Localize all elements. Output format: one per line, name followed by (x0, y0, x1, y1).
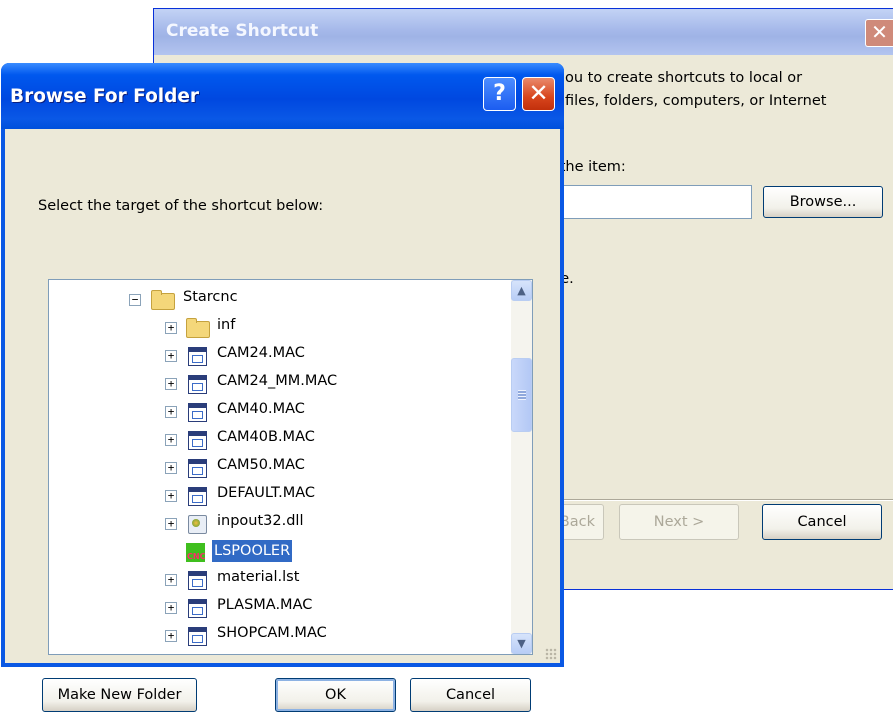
tree-item-label: CAM50.MAC (217, 457, 305, 473)
grip-icon (518, 390, 526, 400)
tree-item[interactable]: + material.lst (49, 566, 509, 592)
create-shortcut-titlebar[interactable]: Create Shortcut ✕ (154, 9, 893, 55)
tree-item[interactable]: + CAM24.MAC (49, 342, 509, 368)
browse-for-folder-close-button[interactable]: ✕ (522, 77, 555, 111)
scrollbar-thumb[interactable] (511, 358, 532, 432)
browse-prompt: Select the target of the shortcut below: (38, 198, 324, 214)
tree-item[interactable]: + SHOPCAM.MAC (49, 622, 509, 648)
expand-icon[interactable]: + (165, 434, 177, 446)
file-icon (188, 403, 207, 422)
tree-item-label: DEFAULT.MAC (217, 485, 315, 501)
expand-icon[interactable]: + (165, 518, 177, 530)
help-button[interactable]: ? (483, 77, 516, 111)
expand-icon[interactable]: + (165, 378, 177, 390)
chevron-up-icon: ▲ (517, 284, 526, 297)
tree-item-label: CAM24.MAC (217, 345, 305, 361)
tree-item[interactable]: + inpout32.dll (49, 510, 509, 536)
wizard-cancel-button[interactable]: Cancel (762, 504, 882, 540)
tree-item-root[interactable]: − Starcnc (49, 286, 509, 312)
expand-icon[interactable]: + (165, 602, 177, 614)
collapse-icon[interactable]: − (129, 294, 141, 306)
browse-for-folder-body: Select the target of the shortcut below:… (5, 129, 560, 712)
tree-item[interactable]: + PLASMA.MAC (49, 594, 509, 620)
file-icon (188, 627, 207, 646)
tree-item[interactable]: + CAM40.MAC (49, 398, 509, 424)
resize-grip-icon[interactable] (545, 648, 557, 660)
create-shortcut-title: Create Shortcut (166, 21, 319, 41)
expand-icon[interactable]: + (165, 350, 177, 362)
cnc-icon-text: CNC (187, 552, 206, 561)
cnc-app-icon: CNC (186, 543, 205, 562)
expand-icon[interactable]: + (165, 406, 177, 418)
expand-icon[interactable]: + (165, 322, 177, 334)
wizard-description-line2: files, folders, computers, or Internet (565, 93, 827, 109)
dll-icon (188, 515, 207, 534)
scroll-down-button[interactable]: ▼ (511, 633, 532, 654)
expand-icon[interactable]: + (165, 630, 177, 642)
tree-item-label: inpout32.dll (217, 513, 304, 529)
tree-item-label: LSPOOLER (212, 540, 293, 562)
tree-item-label: CAM40.MAC (217, 401, 305, 417)
tree-item-label: Starcnc (183, 289, 238, 305)
chevron-down-icon: ▼ (517, 637, 526, 650)
create-shortcut-close-button[interactable]: ✕ (865, 19, 893, 47)
tree-item[interactable]: + DEFAULT.MAC (49, 482, 509, 508)
file-icon (188, 459, 207, 478)
tree-item-label: SHOPCAM.MAC (217, 625, 327, 641)
make-new-folder-button[interactable]: Make New Folder (42, 678, 197, 712)
tree-item-label: material.lst (217, 569, 300, 585)
next-button[interactable]: Next > (619, 504, 739, 540)
folder-tree[interactable]: − Starcnc + inf + CAM24.MAC + CAM24_MM.M… (48, 279, 533, 655)
browse-for-folder-titlebar[interactable]: Browse For Folder ? ✕ (1, 63, 564, 129)
tree-scrollbar[interactable]: ▲ ▼ (511, 280, 532, 654)
expand-icon[interactable]: + (165, 574, 177, 586)
wizard-description-line1: ou to create shortcuts to local or (565, 70, 803, 86)
tree-item-label: CAM40B.MAC (217, 429, 315, 445)
question-mark-icon: ? (493, 81, 506, 106)
cancel-button[interactable]: Cancel (410, 678, 531, 712)
file-icon (188, 571, 207, 590)
browse-for-folder-title: Browse For Folder (10, 86, 200, 107)
tree-item[interactable]: + inf (49, 314, 509, 340)
folder-icon (186, 318, 210, 338)
file-icon (188, 487, 207, 506)
close-icon: ✕ (871, 20, 888, 44)
browse-for-folder-window: Browse For Folder ? ✕ Select the target … (1, 63, 564, 712)
file-icon (188, 431, 207, 450)
close-icon: ✕ (528, 79, 549, 107)
tree-item-label: inf (217, 317, 236, 333)
scroll-up-button[interactable]: ▲ (511, 280, 532, 301)
tree-item[interactable]: + CAM50.MAC (49, 454, 509, 480)
file-icon (188, 599, 207, 618)
tree-item[interactable]: + CAM24_MM.MAC (49, 370, 509, 396)
tree-item[interactable]: + CAM40B.MAC (49, 426, 509, 452)
ok-button[interactable]: OK (275, 678, 396, 712)
expand-icon[interactable]: + (165, 462, 177, 474)
expand-icon[interactable]: + (165, 490, 177, 502)
item-location-input[interactable] (544, 185, 752, 219)
file-icon (188, 375, 207, 394)
tree-item-selected[interactable]: CNC LSPOOLER (49, 538, 509, 564)
file-icon (188, 347, 207, 366)
tree-item-label: CAM24_MM.MAC (217, 373, 338, 389)
folder-open-icon (151, 290, 175, 310)
tree-item-label: PLASMA.MAC (217, 597, 313, 613)
browse-button[interactable]: Browse... (763, 186, 883, 218)
